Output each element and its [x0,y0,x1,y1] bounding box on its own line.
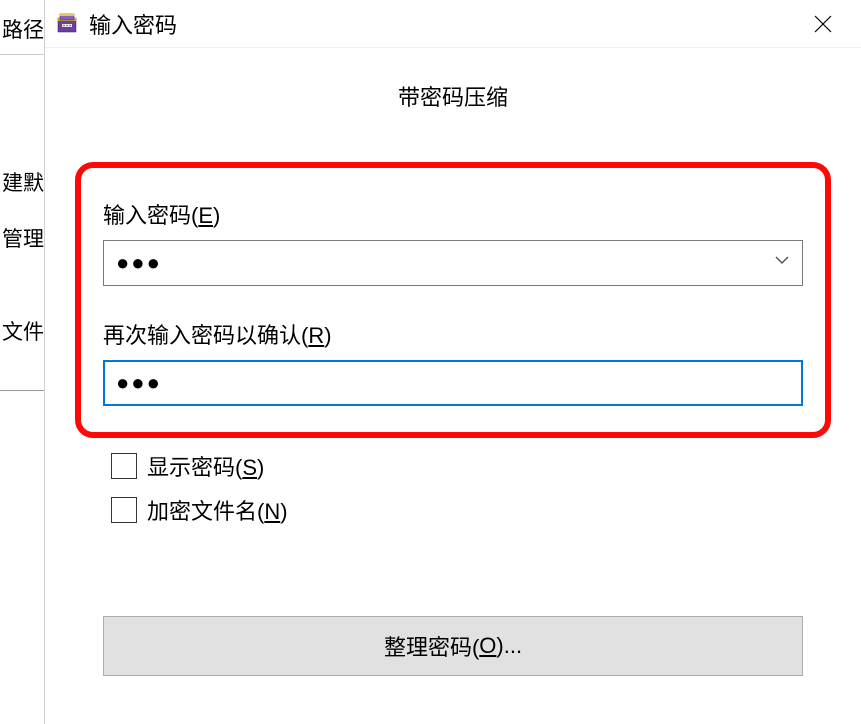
confirm-input-row [103,360,803,406]
encrypt-names-checkbox-row[interactable]: 加密文件名(N) [111,494,831,526]
label-accelerator: E [198,203,213,228]
bg-label-manage: 管理 [0,219,49,257]
label-text: 再次输入密码以确认( [103,323,308,348]
organize-passwords-button[interactable]: 整理密码(O)... [103,616,803,676]
button-accelerator: O [479,633,496,659]
button-text: )... [496,633,522,659]
password-label: 输入密码(E) [103,198,803,230]
show-password-checkbox[interactable] [111,453,137,479]
label-text: ) [324,323,331,348]
show-password-checkbox-row[interactable]: 显示密码(S) [111,450,831,482]
label-text: 加密文件名( [147,499,264,524]
show-password-label: 显示密码(S) [147,450,264,482]
label-accelerator: N [264,499,280,524]
label-text: ) [213,203,220,228]
bg-divider [0,390,48,391]
bg-label-file: 文件 [0,312,49,350]
confirm-label: 再次输入密码以确认(R) [103,318,803,350]
label-text: 显示密码( [147,455,242,480]
dialog-title: 输入密码 [89,8,793,40]
label-accelerator: S [242,455,257,480]
encrypt-names-checkbox[interactable] [111,497,137,523]
dialog-body: 带密码压缩 输入密码(E) 再次输入密码以确认(R) [45,48,861,676]
winrar-icon [55,12,79,36]
label-text: ) [280,499,287,524]
background-window: 路径 建默 管理 文件 [0,0,50,724]
label-text: 输入密码( [103,203,198,228]
dialog-subtitle: 带密码压缩 [75,80,831,112]
password-input[interactable] [103,240,803,286]
titlebar: 输入密码 [45,0,861,48]
highlight-annotation: 输入密码(E) 再次输入密码以确认(R) [75,162,831,438]
bg-label-path: 路径 [0,10,49,55]
password-dialog: 输入密码 带密码压缩 输入密码(E) 再次输入密码以确 [44,0,861,724]
label-accelerator: R [308,323,324,348]
confirm-password-input[interactable] [103,360,803,406]
encrypt-names-label: 加密文件名(N) [147,494,288,526]
password-input-row [103,240,803,286]
bg-label-default: 建默 [0,163,49,201]
button-text: 整理密码( [384,630,479,662]
close-button[interactable] [793,2,853,46]
close-icon [813,14,833,34]
label-text: ) [257,455,264,480]
